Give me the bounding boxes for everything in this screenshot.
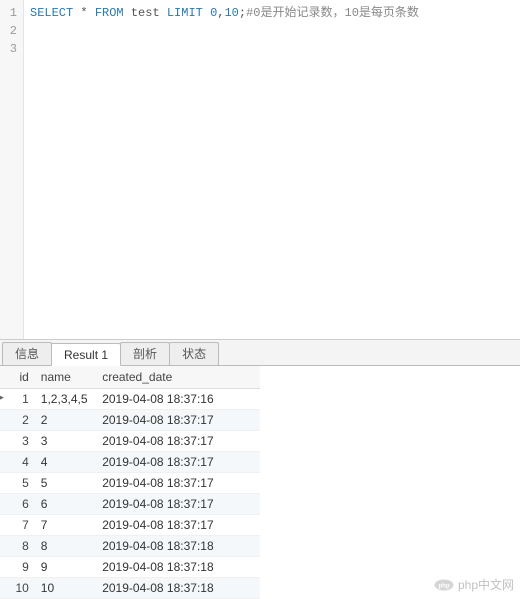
table-row[interactable]: 992019-04-08 18:37:18 [0,557,260,578]
row-selected-icon: ▶ [0,392,4,403]
tab-info[interactable]: 信息 [2,342,52,365]
cell-id[interactable]: 10 [0,578,35,599]
line-number: 2 [0,22,23,40]
cell-name[interactable]: 6 [35,494,96,515]
cell-created-date[interactable]: 2019-04-08 18:37:17 [96,431,260,452]
cell-id[interactable]: 2 [0,410,35,431]
watermark-text: php中文网 [458,576,514,593]
cell-name[interactable]: 5 [35,473,96,494]
cell-created-date[interactable]: 2019-04-08 18:37:18 [96,536,260,557]
cell-name[interactable]: 4 [35,452,96,473]
editor-content[interactable]: SELECT * FROM test LIMIT 0,10;#0是开始记录数，1… [24,0,520,339]
cell-name[interactable]: 3 [35,431,96,452]
line-number: 1 [0,4,23,22]
cell-name[interactable]: 7 [35,515,96,536]
cell-id[interactable]: 7 [0,515,35,536]
table-row[interactable]: 332019-04-08 18:37:17 [0,431,260,452]
cell-name[interactable]: 1,2,3,4,5 [35,389,96,410]
tab-profile[interactable]: 剖析 [120,342,170,365]
table-header-row: id name created_date [0,366,260,389]
results-tabs: 信息 Result 1 剖析 状态 [0,340,520,366]
cell-created-date[interactable]: 2019-04-08 18:37:17 [96,515,260,536]
table-row[interactable]: ▶11,2,3,4,52019-04-08 18:37:16 [0,389,260,410]
svg-text:php: php [438,583,449,589]
watermark: php php中文网 [434,576,514,593]
table-row[interactable]: 882019-04-08 18:37:18 [0,536,260,557]
cell-created-date[interactable]: 2019-04-08 18:37:17 [96,410,260,431]
cell-created-date[interactable]: 2019-04-08 18:37:18 [96,557,260,578]
sql-star: * [80,6,87,20]
cell-name[interactable]: 10 [35,578,96,599]
cell-id[interactable]: 4 [0,452,35,473]
tab-status[interactable]: 状态 [169,342,219,365]
results-panel: id name created_date ▶11,2,3,4,52019-04-… [0,366,520,599]
sql-number: 10 [224,6,238,20]
cell-id[interactable]: 9 [0,557,35,578]
column-header-name[interactable]: name [35,366,96,389]
column-header-id[interactable]: id [0,366,35,389]
sql-keyword: FROM [95,6,124,20]
table-row[interactable]: 552019-04-08 18:37:17 [0,473,260,494]
cell-created-date[interactable]: 2019-04-08 18:37:17 [96,494,260,515]
table-row[interactable]: 772019-04-08 18:37:17 [0,515,260,536]
cell-name[interactable]: 2 [35,410,96,431]
results-table[interactable]: id name created_date ▶11,2,3,4,52019-04-… [0,366,260,599]
php-logo-icon: php [434,579,454,591]
table-row[interactable]: 662019-04-08 18:37:17 [0,494,260,515]
tab-result-1[interactable]: Result 1 [51,343,121,366]
sql-semicolon: ; [239,6,246,20]
cell-created-date[interactable]: 2019-04-08 18:37:16 [96,389,260,410]
cell-id[interactable]: 8 [0,536,35,557]
cell-id[interactable]: 5 [0,473,35,494]
cell-name[interactable]: 9 [35,557,96,578]
table-row[interactable]: 10102019-04-08 18:37:18 [0,578,260,599]
cell-id[interactable]: 3 [0,431,35,452]
column-header-created-date[interactable]: created_date [96,366,260,389]
table-row[interactable]: 222019-04-08 18:37:17 [0,410,260,431]
cell-id[interactable]: ▶1 [0,389,35,410]
sql-keyword: LIMIT [167,6,203,20]
cell-created-date[interactable]: 2019-04-08 18:37:17 [96,473,260,494]
line-number: 3 [0,40,23,58]
table-row[interactable]: 442019-04-08 18:37:17 [0,452,260,473]
cell-id[interactable]: 6 [0,494,35,515]
editor-gutter: 1 2 3 [0,0,24,339]
cell-created-date[interactable]: 2019-04-08 18:37:17 [96,452,260,473]
sql-table: test [131,6,160,20]
cell-name[interactable]: 8 [35,536,96,557]
sql-keyword: SELECT [30,6,73,20]
sql-editor[interactable]: 1 2 3 SELECT * FROM test LIMIT 0,10;#0是开… [0,0,520,340]
sql-comment: #0是开始记录数，10是每页条数 [246,6,419,20]
cell-created-date[interactable]: 2019-04-08 18:37:18 [96,578,260,599]
